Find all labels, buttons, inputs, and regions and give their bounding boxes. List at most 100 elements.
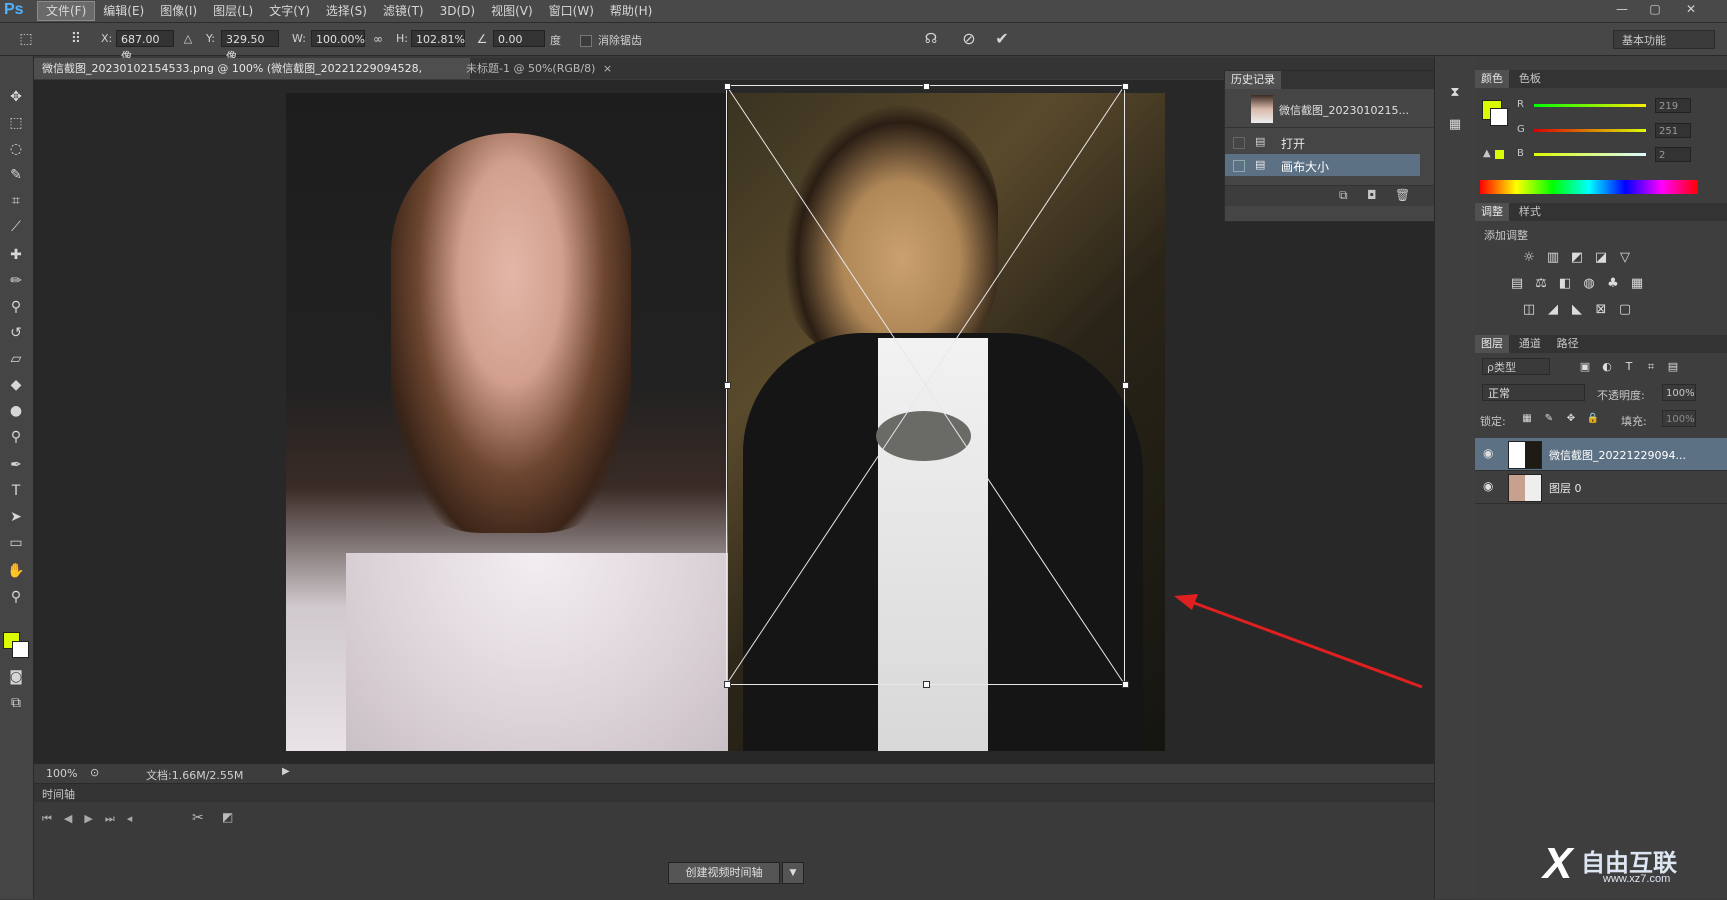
document-tab-2[interactable]: 未标题-1 @ 50%(RGB/8) × xyxy=(458,58,624,79)
menu-select[interactable]: 选择(S) xyxy=(318,1,375,21)
new-document-icon[interactable]: ⧉ xyxy=(1339,188,1348,203)
lock-position-icon[interactable]: ✥ xyxy=(1561,410,1581,428)
channel-mixer-icon[interactable]: ♣ xyxy=(1603,275,1623,293)
reference-point-icon[interactable]: ⠿ xyxy=(66,29,86,49)
b-slider[interactable] xyxy=(1534,153,1646,156)
menu-type[interactable]: 文字(Y) xyxy=(261,1,318,21)
marquee-tool-icon[interactable]: ⬚ xyxy=(4,112,28,134)
dodge-tool-icon[interactable]: ⚲ xyxy=(4,426,28,448)
create-video-timeline-button[interactable]: 创建视频时间轴 xyxy=(668,862,780,884)
b-value[interactable]: 2 xyxy=(1655,147,1691,162)
hand-tool-icon[interactable]: ✋ xyxy=(4,560,28,582)
menu-view[interactable]: 视图(V) xyxy=(483,1,541,21)
cancel-transform-icon[interactable]: ⊘ xyxy=(959,29,979,49)
tab-styles[interactable]: 样式 xyxy=(1513,203,1547,221)
filter-shape-icon[interactable]: ⌗ xyxy=(1641,358,1661,376)
gamut-warning-icon[interactable]: ▲ xyxy=(1483,148,1491,159)
y-field[interactable]: 329.50 像 xyxy=(221,30,279,63)
menu-image[interactable]: 图像(I) xyxy=(152,1,205,21)
history-snapshot[interactable]: 微信截图_2023010215... xyxy=(1225,91,1435,128)
menu-edit[interactable]: 编辑(E) xyxy=(95,1,152,21)
tab-paths[interactable]: 路径 xyxy=(1551,335,1585,353)
quick-select-tool-icon[interactable]: ✎ xyxy=(4,164,28,186)
warp-mode-icon[interactable]: ☊ xyxy=(921,29,941,49)
filter-type-icon[interactable]: T xyxy=(1619,358,1639,376)
transform-handle-right[interactable] xyxy=(1122,382,1129,389)
transform-handle-top-left[interactable] xyxy=(724,83,731,90)
healing-brush-tool-icon[interactable]: ✚ xyxy=(4,244,28,266)
gamut-swatch[interactable] xyxy=(1495,150,1504,159)
timeline-controls[interactable]: ⏮◀▶⏭◂ xyxy=(42,812,144,826)
color-lookup-icon[interactable]: ▦ xyxy=(1627,275,1647,293)
transform-handle-bottom[interactable] xyxy=(923,681,930,688)
menu-3d[interactable]: 3D(D) xyxy=(432,1,483,21)
screen-mode-icon[interactable]: ⧉ xyxy=(4,692,28,714)
invert-icon[interactable]: ◫ xyxy=(1519,301,1539,319)
background-color-swatch[interactable] xyxy=(12,641,29,658)
tab-swatches[interactable]: 色板 xyxy=(1513,70,1547,88)
color-ramp[interactable] xyxy=(1480,180,1698,194)
zoom-tool-icon[interactable]: ⚲ xyxy=(4,586,28,608)
eraser-tool-icon[interactable]: ▱ xyxy=(4,348,28,370)
transform-tool-icon[interactable]: ⬚ xyxy=(16,29,36,49)
fill-field[interactable]: 100% xyxy=(1662,410,1696,427)
lock-image-icon[interactable]: ✎ xyxy=(1539,410,1559,428)
close-window-button[interactable]: ✕ xyxy=(1676,0,1706,20)
color-bg-swatch[interactable] xyxy=(1490,108,1508,126)
layer-name[interactable]: 图层 0 xyxy=(1549,480,1582,496)
lasso-tool-icon[interactable]: ◌ xyxy=(4,138,28,160)
zoom-level[interactable]: 100% xyxy=(46,767,77,780)
lock-transparent-icon[interactable]: ▦ xyxy=(1517,410,1537,428)
rectangle-tool-icon[interactable]: ▭ xyxy=(4,532,28,554)
path-select-tool-icon[interactable]: ➤ xyxy=(4,506,28,528)
history-panel-icon[interactable]: ⧗ xyxy=(1445,84,1465,102)
brightness-icon[interactable]: ☼ xyxy=(1519,249,1539,267)
opacity-field[interactable]: 100% xyxy=(1662,384,1696,401)
tab-layers[interactable]: 图层 xyxy=(1475,335,1509,353)
tab-channels[interactable]: 通道 xyxy=(1513,335,1547,353)
clone-stamp-tool-icon[interactable]: ⚲ xyxy=(4,296,28,318)
antialias-checkbox[interactable] xyxy=(580,35,592,47)
status-menu-arrow-icon[interactable]: ▶ xyxy=(282,766,290,777)
tab-color[interactable]: 颜色 xyxy=(1475,70,1509,88)
layer-row-selected[interactable]: ◉ 微信截图_20221229094... xyxy=(1475,438,1727,471)
layer-filter-select[interactable]: ρ类型 xyxy=(1482,358,1550,375)
black-white-icon[interactable]: ◧ xyxy=(1555,275,1575,293)
blur-tool-icon[interactable]: ● xyxy=(4,400,28,422)
width-field[interactable]: 100.00% xyxy=(311,30,365,47)
quick-mask-icon[interactable]: ◙ xyxy=(4,666,28,688)
minimize-button[interactable]: — xyxy=(1607,0,1637,20)
photo-filter-icon[interactable]: ◍ xyxy=(1579,275,1599,293)
menu-window[interactable]: 窗口(W) xyxy=(541,1,602,21)
link-icon[interactable]: ∞ xyxy=(368,29,388,49)
r-slider[interactable] xyxy=(1534,104,1646,107)
exposure-icon[interactable]: ◪ xyxy=(1591,249,1611,267)
r-value[interactable]: 219 xyxy=(1655,98,1691,113)
blend-mode-select[interactable]: 正常 xyxy=(1482,384,1585,401)
menu-filter[interactable]: 滤镜(T) xyxy=(375,1,432,21)
hue-saturation-icon[interactable]: ▤ xyxy=(1507,275,1527,293)
vibrance-icon[interactable]: ▽ xyxy=(1615,249,1635,267)
pen-tool-icon[interactable]: ✒ xyxy=(4,454,28,476)
document-tab-1[interactable]: 微信截图_20230102154533.png @ 100% (微信截图_202… xyxy=(34,58,470,96)
eye-visibility-icon[interactable]: ◉ xyxy=(1483,479,1493,493)
trash-icon[interactable]: 🗑 xyxy=(1395,188,1410,202)
move-tool-icon[interactable]: ✥ xyxy=(4,86,28,108)
menu-file[interactable]: 文件(F) xyxy=(37,1,96,21)
tab-adjustments[interactable]: 调整 xyxy=(1475,203,1509,221)
paint-bucket-tool-icon[interactable]: ◆ xyxy=(4,374,28,396)
transition-icon[interactable]: ◩ xyxy=(222,810,233,824)
crop-tool-icon[interactable]: ⌗ xyxy=(4,190,28,212)
height-field[interactable]: 102.81% xyxy=(411,30,465,47)
history-brush-tool-icon[interactable]: ↺ xyxy=(4,322,28,344)
history-item-selected[interactable]: ▤ 画布大小 xyxy=(1225,154,1420,176)
eye-visibility-icon[interactable]: ◉ xyxy=(1483,446,1493,460)
transform-handle-left[interactable] xyxy=(724,382,731,389)
filter-pixel-icon[interactable]: ▣ xyxy=(1575,358,1595,376)
curves-icon[interactable]: ◩ xyxy=(1567,249,1587,267)
x-field[interactable]: 687.00 像 xyxy=(116,30,174,63)
g-slider[interactable] xyxy=(1534,129,1646,132)
commit-transform-icon[interactable]: ✔ xyxy=(992,29,1012,49)
timeline-dropdown-icon[interactable]: ▼ xyxy=(782,862,804,884)
camera-icon[interactable]: ◘ xyxy=(1367,188,1377,202)
